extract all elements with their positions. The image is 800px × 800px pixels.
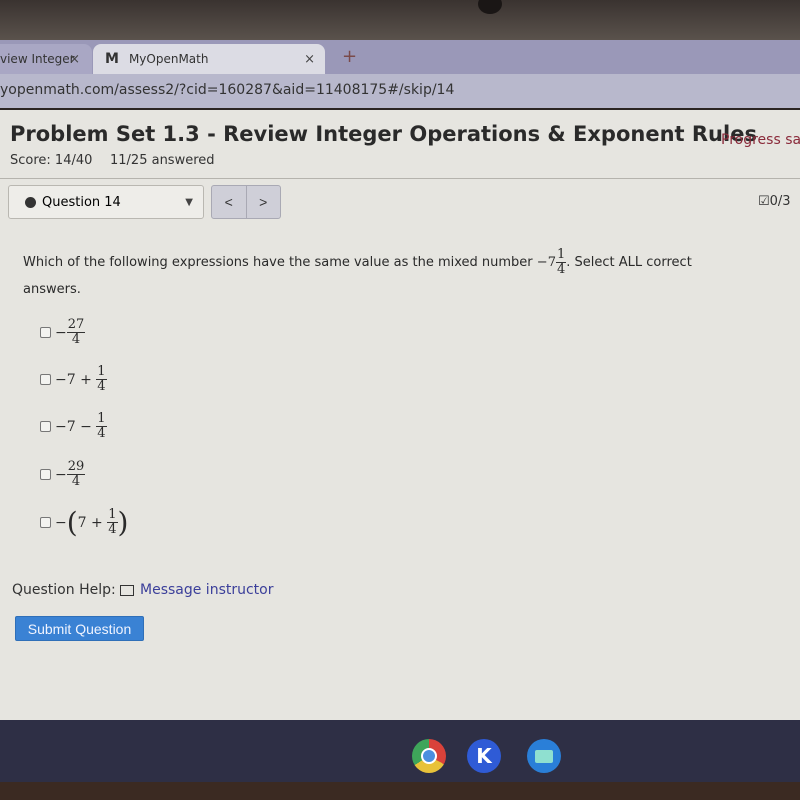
option-prefix: −: [55, 466, 67, 483]
denominator: 4: [71, 332, 81, 347]
checkbox[interactable]: [40, 469, 51, 480]
points-indicator: ☑0/3: [758, 194, 791, 209]
next-question-button[interactable]: >: [245, 186, 281, 218]
submit-question-button[interactable]: Submit Question: [15, 616, 144, 641]
checkbox[interactable]: [40, 327, 51, 338]
close-tab-icon[interactable]: ×: [304, 52, 315, 67]
mixed-whole: 7: [547, 255, 556, 270]
option-prefix: −: [55, 514, 67, 531]
denominator: 4: [71, 474, 81, 489]
tab-strip: view Integer × M MyOpenMath ×: [0, 40, 800, 74]
question-text-before: Which of the following expressions have …: [23, 255, 533, 270]
url-text[interactable]: yopenmath.com/assess2/?cid=160287&aid=11…: [0, 82, 454, 98]
checkbox[interactable]: [40, 517, 51, 528]
denominator: 4: [97, 379, 106, 394]
files-icon[interactable]: [527, 739, 561, 773]
mixed-fraction: 14: [555, 247, 567, 277]
checkbox[interactable]: [40, 374, 51, 385]
tab-myopenmath[interactable]: M MyOpenMath ×: [93, 44, 325, 74]
question-select-label: Question 14: [42, 194, 121, 210]
checkbox[interactable]: [40, 421, 51, 432]
option-prefix: −7 −: [55, 418, 92, 435]
right-paren: ): [117, 505, 129, 539]
numerator: 1: [555, 247, 567, 263]
chrome-icon[interactable]: [412, 739, 446, 773]
question-select[interactable]: Question 14 ▼: [8, 185, 204, 219]
answer-option[interactable]: − ( 7 + 14 ): [40, 508, 128, 537]
option-fraction: 14: [96, 411, 107, 441]
status-dot-icon: [25, 196, 36, 208]
answer-option[interactable]: − 29 4: [40, 459, 86, 489]
page-title: Problem Set 1.3 - Review Integer Operati…: [10, 122, 757, 146]
k-app-icon[interactable]: K: [467, 739, 501, 773]
answered-count: 11/25 answered: [110, 153, 215, 168]
mixed-sign: −: [536, 255, 548, 270]
message-instructor-text[interactable]: Message instructor: [140, 582, 274, 598]
progress-status: Progress sav: [721, 132, 800, 148]
option-fraction: 14: [96, 364, 107, 394]
myopenmath-logo-icon: M: [105, 51, 119, 67]
score-text: Score: 14/40: [10, 153, 93, 168]
answer-option[interactable]: − 27 4: [40, 317, 86, 347]
points-text: 0/3: [769, 194, 791, 209]
divider: [0, 178, 800, 179]
denominator: 4: [97, 426, 106, 441]
assessment-page: Problem Set 1.3 - Review Integer Operati…: [0, 110, 800, 720]
tab-title: view Integer: [0, 52, 75, 66]
webcam: [478, 0, 502, 14]
numerator: 1: [96, 364, 107, 380]
screen-bezel: [0, 0, 800, 40]
envelope-icon: [120, 584, 134, 596]
option-fraction: 14: [107, 507, 118, 537]
os-shelf: K: [0, 720, 800, 782]
tab-title: MyOpenMath: [128, 52, 209, 66]
question-help-label: Question Help:: [12, 582, 116, 598]
numerator: 1: [96, 411, 107, 427]
option-prefix: −7 +: [55, 371, 92, 388]
message-instructor-link[interactable]: Message instructor: [120, 582, 274, 598]
new-tab-button[interactable]: +: [342, 46, 357, 67]
prev-question-button[interactable]: <: [212, 186, 246, 218]
option-fraction: 27 4: [66, 317, 86, 347]
option-inner: 7 +: [77, 514, 103, 531]
laptop-edge: [0, 782, 800, 800]
denominator: 4: [556, 262, 566, 277]
answer-option[interactable]: −7 + 14: [40, 365, 107, 394]
option-prefix: −: [55, 324, 67, 341]
numerator: 27: [66, 317, 86, 333]
question-text: Which of the following expressions have …: [23, 248, 713, 303]
address-bar[interactable]: yopenmath.com/assess2/?cid=160287&aid=11…: [0, 74, 800, 108]
checkbox-check-icon: ☑: [758, 194, 770, 209]
k-letter: K: [476, 744, 492, 768]
numerator: 1: [107, 507, 118, 523]
folder-icon: [535, 749, 553, 763]
close-tab-icon[interactable]: ×: [69, 52, 80, 67]
caret-down-icon: ▼: [185, 196, 193, 208]
numerator: 29: [66, 459, 86, 475]
tab-review-integer[interactable]: view Integer ×: [0, 44, 92, 74]
left-paren: (: [66, 505, 78, 539]
mixed-number: −7 1 4: [536, 248, 567, 277]
denominator: 4: [108, 522, 117, 537]
answer-option[interactable]: −7 − 14: [40, 412, 107, 441]
option-fraction: 29 4: [66, 459, 86, 489]
question-nav: < >: [211, 185, 281, 219]
